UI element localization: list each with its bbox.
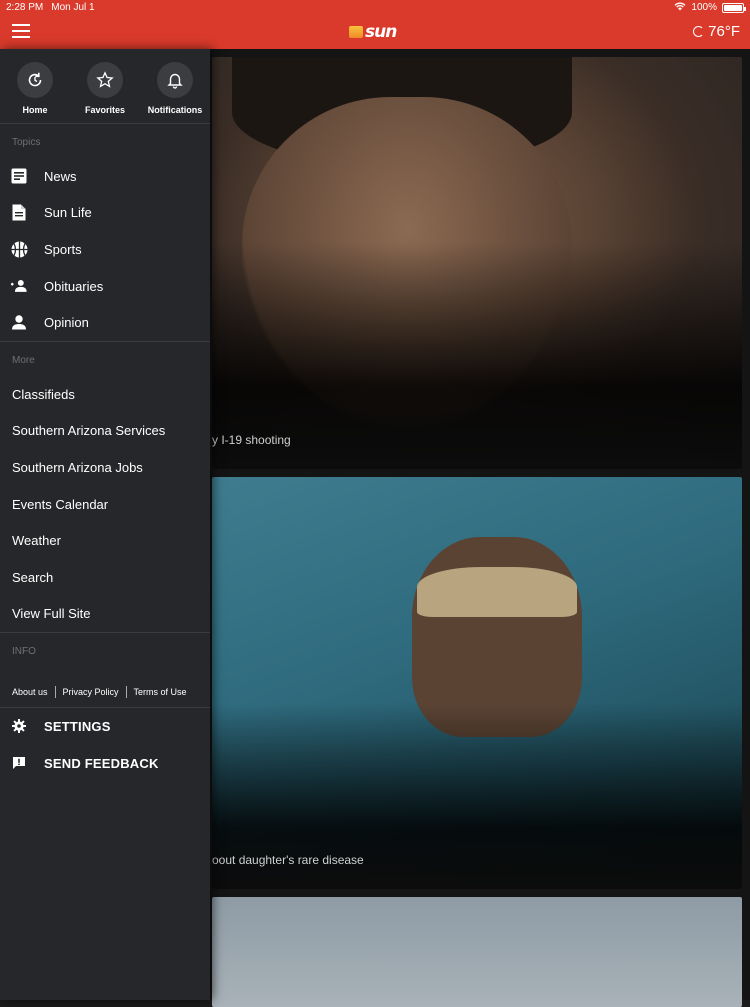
story-title: y I-19 shooting	[212, 433, 291, 447]
story-card[interactable]	[212, 897, 742, 1007]
menu-item-southern-arizona-jobs[interactable]: Southern Arizona Jobs	[0, 449, 210, 486]
star-icon	[87, 62, 123, 98]
menu-item-classifieds[interactable]: Classifieds	[0, 376, 210, 413]
news-icon	[10, 167, 28, 185]
menu-item-label: Opinion	[44, 315, 89, 331]
home-button[interactable]: Home	[0, 62, 70, 123]
link-separator	[54, 686, 56, 699]
privacy-policy-link[interactable]: Privacy Policy	[63, 687, 119, 697]
menu-item-label: News	[44, 168, 77, 184]
send-feedback-button[interactable]: SEND FEEDBACK	[0, 745, 210, 782]
story-card[interactable]: y I-19 shooting	[212, 57, 742, 469]
people-icon	[10, 277, 28, 295]
menu-item-news[interactable]: News	[0, 158, 210, 195]
status-right: 100%	[674, 2, 746, 14]
settings-label: SETTINGS	[44, 718, 111, 734]
logo-text: sun	[365, 22, 397, 42]
about-us-link[interactable]: About us	[12, 687, 48, 697]
person-icon	[10, 314, 28, 332]
temperature: 76°F	[708, 23, 740, 40]
story-card[interactable]: oout daughter's rare disease	[212, 477, 742, 889]
side-drawer: Home Favorites Notifications Topics News…	[0, 49, 210, 1000]
gear-icon	[10, 717, 28, 735]
menu-item-label: Obituaries	[44, 278, 104, 294]
menu-item-label: Sun Life	[44, 205, 92, 221]
menu-item-weather[interactable]: Weather	[0, 522, 210, 559]
wifi-icon	[674, 2, 686, 14]
basketball-icon	[10, 240, 28, 258]
menu-item-opinion[interactable]: Opinion	[0, 304, 210, 341]
notifications-label: Notifications	[147, 105, 203, 115]
news-feed: y I-19 shooting oout daughter's rare dis…	[210, 49, 750, 1007]
story-title: oout daughter's rare disease	[212, 853, 364, 867]
link-separator	[125, 686, 127, 699]
menu-item-southern-arizona-services[interactable]: Southern Arizona Services	[0, 413, 210, 450]
terms-of-use-link[interactable]: Terms of Use	[134, 687, 187, 697]
info-heading: INFO	[12, 646, 36, 658]
battery-icon	[722, 2, 746, 13]
favorites-label: Favorites	[84, 105, 126, 115]
weather-widget[interactable]: 76°F	[693, 23, 740, 40]
send-feedback-label: SEND FEEDBACK	[44, 755, 159, 771]
sun-logo[interactable]: sun	[349, 22, 397, 42]
notifications-button[interactable]: Notifications	[140, 62, 210, 123]
favorites-button[interactable]: Favorites	[70, 62, 140, 123]
weather-icon	[693, 26, 705, 37]
menu-item-search[interactable]: Search	[0, 559, 210, 596]
sun-logo-mark	[349, 26, 363, 38]
feedback-icon	[10, 754, 28, 772]
menu-item-sun-life[interactable]: Sun Life	[0, 195, 210, 232]
home-label: Home	[22, 105, 48, 115]
status-time: 2:28 PM	[6, 2, 44, 13]
quick-actions: Home Favorites Notifications	[0, 49, 210, 124]
menu-item-label: Sports	[44, 241, 82, 257]
status-date: Mon Jul 1	[51, 2, 95, 13]
menu-item-events-calendar[interactable]: Events Calendar	[0, 486, 210, 523]
more-heading: More	[12, 354, 35, 366]
settings-button[interactable]: SETTINGS	[0, 708, 210, 745]
bell-icon	[157, 62, 193, 98]
menu-item-view-full-site[interactable]: View Full Site	[0, 596, 210, 633]
document-icon	[10, 204, 28, 222]
hamburger-menu-icon[interactable]	[12, 24, 30, 38]
info-links: About us Privacy Policy Terms of Use	[0, 667, 210, 707]
topics-heading: Topics	[12, 137, 41, 148]
menu-item-sports[interactable]: Sports	[0, 231, 210, 268]
battery-percent: 100%	[691, 2, 717, 13]
menu-item-obituaries[interactable]: Obituaries	[0, 268, 210, 305]
refresh-icon	[17, 62, 53, 98]
status-bar: 2:28 PM Mon Jul 1 100%	[0, 0, 750, 15]
app-header: sun 76°F	[0, 15, 750, 49]
